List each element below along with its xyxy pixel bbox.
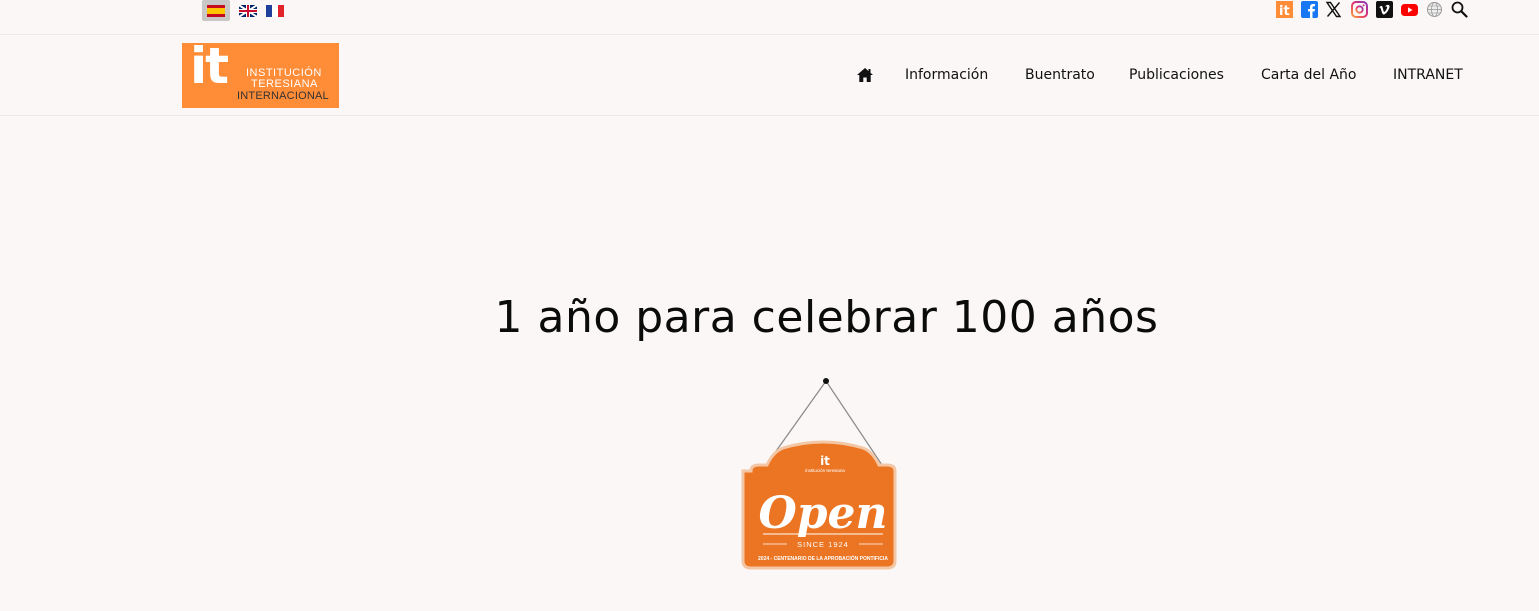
language-french[interactable] bbox=[262, 0, 288, 21]
page-headline: 1 año para celebrar 100 años bbox=[494, 292, 1159, 343]
sign-since: SINCE 1924 bbox=[797, 540, 849, 549]
instagram-icon[interactable] bbox=[1351, 1, 1368, 18]
it-icon[interactable]: it bbox=[1276, 1, 1293, 18]
youtube-icon[interactable] bbox=[1401, 1, 1418, 18]
nav-carta-del-ano[interactable]: Carta del Año bbox=[1261, 66, 1356, 84]
top-bar: it bbox=[0, 0, 1539, 35]
search-icon[interactable] bbox=[1451, 1, 1468, 18]
language-english[interactable] bbox=[235, 0, 261, 21]
svg-text:it: it bbox=[1279, 4, 1290, 18]
open-sign-image[interactable]: it institución teresiana Open SINCE 1924… bbox=[737, 376, 909, 571]
logo-line-3: INTERNACIONAL bbox=[237, 90, 329, 102]
uk-flag-icon bbox=[239, 4, 257, 17]
sign-small: institución teresiana bbox=[805, 468, 845, 473]
spain-flag-icon bbox=[207, 4, 225, 17]
site-logo[interactable]: it INSTITUCIÓN TERESIANA INTERNACIONAL bbox=[182, 43, 339, 108]
x-icon[interactable] bbox=[1325, 1, 1342, 18]
site-header: it INSTITUCIÓN TERESIANA INTERNACIONAL I… bbox=[0, 35, 1539, 116]
nav-informacion[interactable]: Información bbox=[905, 66, 988, 84]
facebook-icon[interactable] bbox=[1301, 1, 1318, 18]
sign-caption: 2024 - CENTENARIO DE LA APROBACIÓN PONTI… bbox=[758, 554, 888, 562]
france-flag-icon bbox=[266, 4, 284, 17]
home-icon[interactable] bbox=[856, 66, 874, 84]
logo-mark: it bbox=[190, 43, 229, 95]
sign-word: Open bbox=[758, 488, 887, 539]
nav-intranet[interactable]: INTRANET bbox=[1393, 66, 1463, 84]
nav-buentrato[interactable]: Buentrato bbox=[1025, 66, 1095, 84]
language-spanish[interactable] bbox=[202, 0, 230, 21]
globe-icon[interactable] bbox=[1426, 1, 1443, 18]
vimeo-icon[interactable] bbox=[1376, 1, 1393, 18]
nav-publicaciones[interactable]: Publicaciones bbox=[1129, 66, 1224, 84]
sign-mark: it bbox=[820, 454, 830, 468]
logo-line-2: TERESIANA bbox=[251, 78, 318, 90]
